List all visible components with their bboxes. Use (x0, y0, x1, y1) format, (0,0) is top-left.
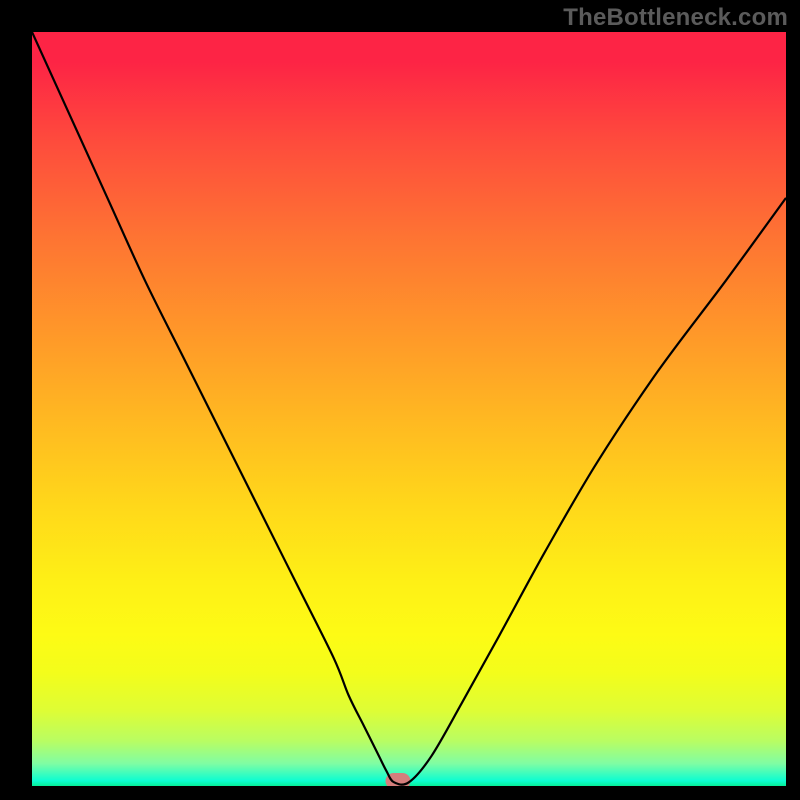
watermark-label: TheBottleneck.com (563, 4, 788, 32)
chart-frame: TheBottleneck.com (0, 0, 800, 800)
minimum-marker (385, 773, 410, 786)
plot-area (32, 32, 786, 786)
background-gradient (32, 32, 786, 786)
